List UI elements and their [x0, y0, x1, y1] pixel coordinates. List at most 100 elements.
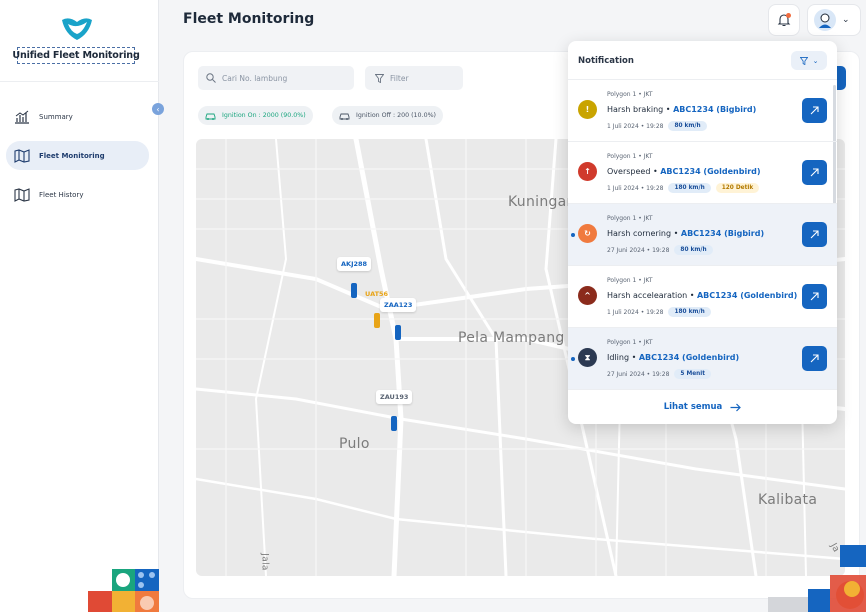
notification-meta: Polygon 1 • JKT: [607, 91, 653, 98]
notification-event: Harsh accelearation • ABC1234 (Goldenbir…: [607, 291, 797, 300]
see-all-link[interactable]: Lihat semua: [568, 390, 837, 424]
notification-filter-button[interactable]: ⌄: [791, 51, 827, 70]
sidebar-item-summary[interactable]: Summary: [6, 102, 149, 131]
duration-badge: 5 Menit: [674, 369, 712, 379]
car-icon: [205, 113, 216, 120]
chevron-down-icon: ⌄: [842, 15, 850, 25]
brand-name: Unified Fleet Monitoring: [12, 47, 140, 64]
harsh-cornering-icon: ↻: [578, 224, 597, 243]
search-placeholder: Cari No. lambung: [222, 73, 288, 83]
notification-event: Idling • ABC1234 (Goldenbird): [607, 353, 739, 362]
harsh-acceleration-icon: ^: [578, 286, 597, 305]
arrow-up-right-icon: [810, 354, 819, 363]
filter-icon: [799, 56, 808, 65]
open-detail-button[interactable]: [802, 346, 827, 371]
vehicle-marker[interactable]: [391, 416, 397, 431]
chevron-down-icon: ⌄: [812, 56, 819, 65]
page-title: Fleet Monitoring: [183, 11, 315, 27]
collapse-sidebar-button[interactable]: ‹: [152, 103, 164, 115]
map-label-kalibata: Kalibata: [758, 492, 818, 508]
vehicle-name: ABC1234 (Goldenbird): [638, 353, 740, 362]
chart-bar-icon: [15, 110, 29, 124]
see-all-label: Lihat semua: [663, 402, 723, 412]
vehicle-plate-label: ZAA123: [380, 298, 417, 312]
decorative-pattern: [768, 545, 866, 612]
vehicle-marker[interactable]: [395, 325, 401, 340]
speed-badge: 80 km/h: [674, 245, 713, 255]
ignition-off-chip[interactable]: Ignition Off : 200 (10.0%): [332, 106, 444, 125]
overspeed-icon: ↑: [578, 162, 597, 181]
search-icon: [206, 73, 216, 83]
search-input[interactable]: Cari No. lambung: [198, 66, 354, 90]
sidebar-item-label: Fleet History: [39, 190, 84, 199]
sidebar-item-label: Fleet Monitoring: [39, 151, 105, 160]
open-detail-button[interactable]: [802, 222, 827, 247]
notification-item[interactable]: ^ Polygon 1 • JKT Harsh accelearation • …: [568, 266, 837, 328]
speed-badge: 80 km/h: [668, 121, 707, 131]
vehicle-marker[interactable]: [351, 283, 357, 298]
vehicle-plate-label: AKJ288: [337, 257, 372, 271]
chevron-left-icon: ‹: [156, 104, 160, 114]
notification-date: 27 Juni 2024 • 19:28: [607, 246, 670, 254]
filter-label: Filter: [390, 73, 409, 83]
notification-details: 1 Juli 2024 • 19:28 180 km/h: [607, 307, 711, 317]
event-name: Idling •: [607, 353, 639, 362]
vehicle-name: ABC1234 (Goldenbird): [696, 291, 798, 300]
sidebar-divider: [0, 81, 159, 82]
notification-header: Notification ⌄: [568, 41, 837, 80]
filter-button[interactable]: Filter: [365, 66, 463, 90]
map-label-pulo: Pulo: [339, 436, 370, 452]
open-detail-button[interactable]: [802, 98, 827, 123]
user-icon: [819, 13, 831, 28]
ignition-off-label: Ignition Off : 200 (10.0%): [356, 112, 437, 119]
event-name: Harsh accelearation •: [607, 291, 697, 300]
action-button[interactable]: [836, 66, 846, 90]
arrow-up-right-icon: [810, 292, 819, 301]
notification-item[interactable]: ↑ Polygon 1 • JKT Overspeed • ABC1234 (G…: [568, 142, 837, 204]
hourglass-icon: ⧗: [578, 348, 597, 367]
arrow-up-right-icon: [810, 106, 819, 115]
notification-item[interactable]: ↻ Polygon 1 • JKT Harsh cornering • ABC1…: [568, 204, 837, 266]
notification-details: 27 Juni 2024 • 19:28 5 Menit: [607, 369, 712, 379]
notification-button[interactable]: [768, 4, 800, 36]
notification-details: 1 Juli 2024 • 19:28 80 km/h: [607, 121, 707, 131]
sidebar-item-label: Summary: [39, 112, 73, 121]
duration-badge: 120 Detik: [715, 183, 760, 193]
speed-badge: 180 km/h: [668, 183, 711, 193]
sidebar-item-fleet-history[interactable]: Fleet History: [6, 180, 149, 209]
notification-item[interactable]: ⧗ Polygon 1 • JKT Idling • ABC1234 (Gold…: [568, 328, 837, 390]
event-name: Harsh braking •: [607, 105, 674, 114]
notification-details: 27 Juni 2024 • 19:28 80 km/h: [607, 245, 713, 255]
notification-event: Overspeed • ABC1234 (Goldenbird): [607, 167, 761, 176]
harsh-braking-icon: !: [578, 100, 597, 119]
decorative-pattern: [88, 569, 159, 612]
filter-icon: [375, 73, 384, 83]
vehicle-name: ABC1234 (Bigbird): [680, 229, 765, 238]
unread-dot: [571, 357, 575, 361]
user-menu[interactable]: ⌄: [807, 4, 861, 36]
speed-badge: 180 km/h: [668, 307, 711, 317]
arrow-up-right-icon: [810, 230, 819, 239]
notification-date: 1 Juli 2024 • 19:28: [607, 308, 664, 316]
map-label-street: Jala: [259, 553, 270, 571]
vehicle-name: ABC1234 (Goldenbird): [660, 167, 761, 176]
avatar: [814, 9, 836, 31]
open-detail-button[interactable]: [802, 160, 827, 185]
open-detail-button[interactable]: [802, 284, 827, 309]
notification-panel: Notification ⌄ ! Polygon 1 • JKT Harsh b…: [568, 41, 837, 424]
sidebar: Unified Fleet Monitoring ‹ Summary Fleet…: [0, 0, 164, 612]
brand-logo: [62, 18, 92, 40]
unread-dot: [571, 233, 575, 237]
event-name: Harsh cornering •: [607, 229, 681, 238]
notification-event: Harsh braking • ABC1234 (Bigbird): [607, 105, 756, 114]
ignition-on-label: Ignition On : 2000 (90.0%): [222, 112, 306, 119]
arrow-up-right-icon: [810, 168, 819, 177]
vehicle-marker[interactable]: [374, 313, 380, 328]
ignition-on-chip[interactable]: Ignition On : 2000 (90.0%): [198, 106, 313, 125]
notification-meta: Polygon 1 • JKT: [607, 339, 653, 346]
sidebar-item-fleet-monitoring[interactable]: Fleet Monitoring: [6, 141, 149, 170]
notification-item[interactable]: ! Polygon 1 • JKT Harsh braking • ABC123…: [568, 80, 837, 142]
map-icon: [14, 148, 30, 163]
notification-details: 1 Juli 2024 • 19:28 180 km/h 120 Detik: [607, 183, 760, 193]
notification-event: Harsh cornering • ABC1234 (Bigbird): [607, 229, 764, 238]
